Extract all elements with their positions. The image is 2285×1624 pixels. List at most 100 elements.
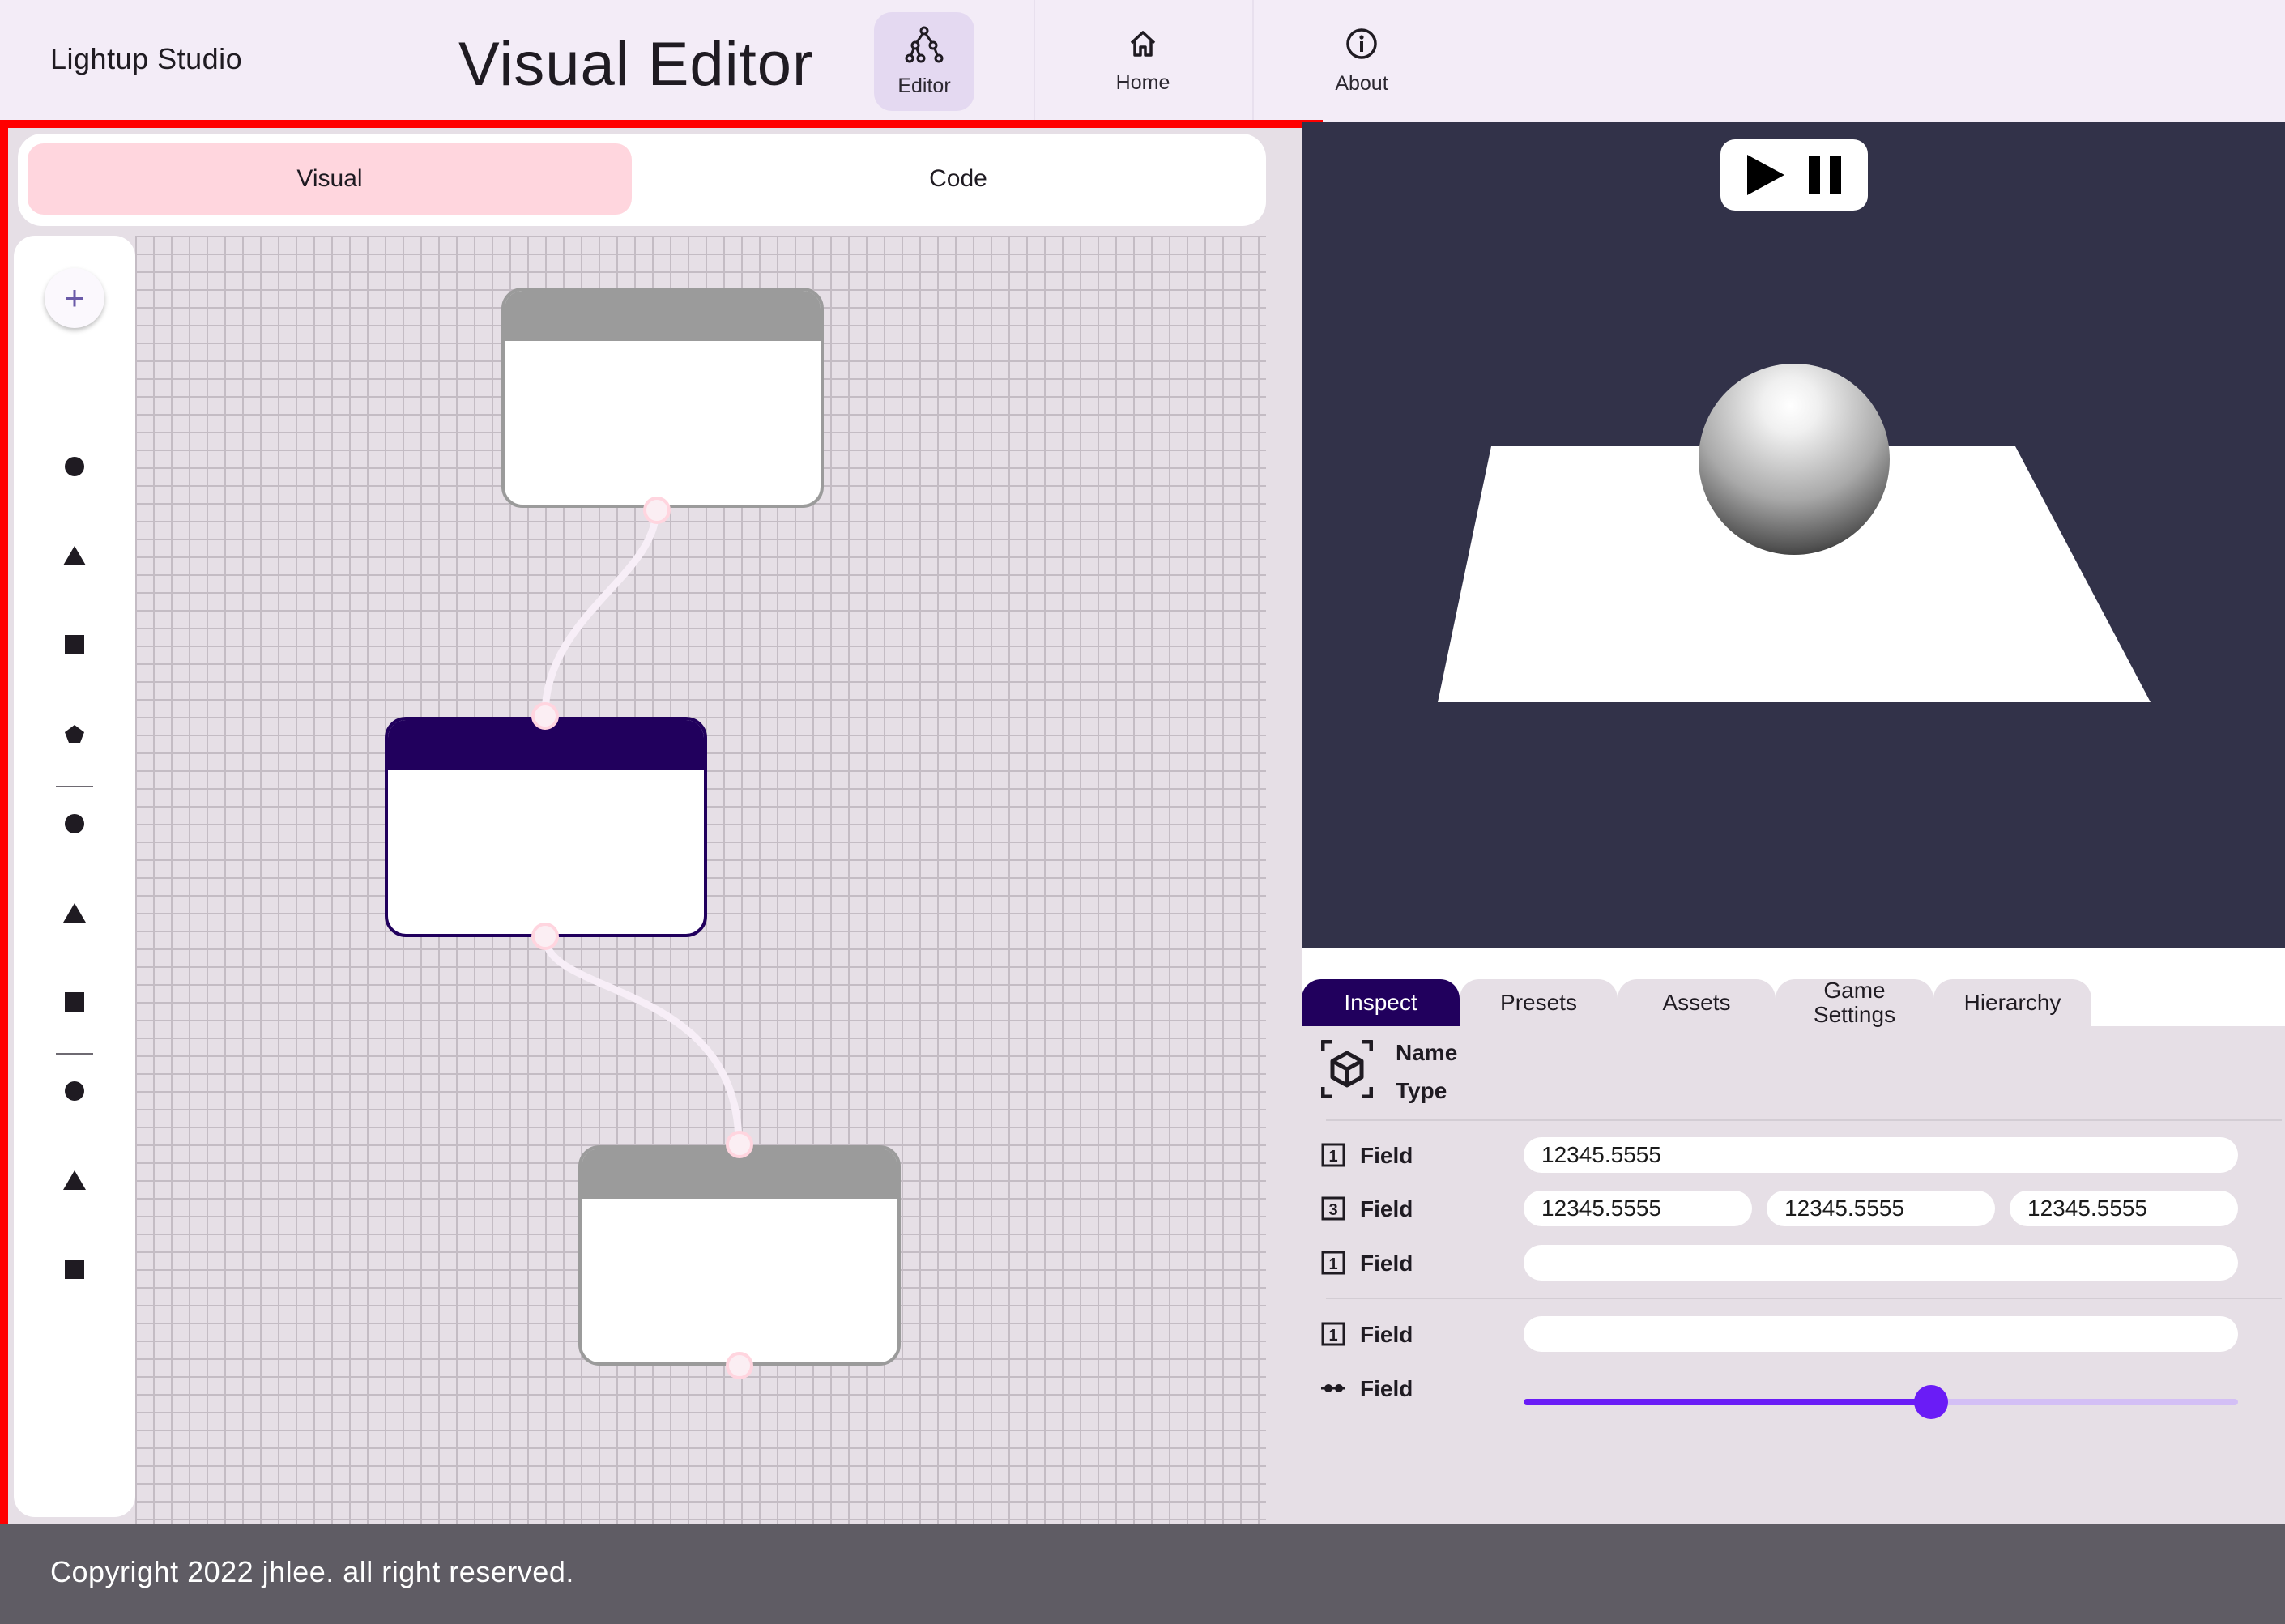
field-input[interactable]: [1524, 1245, 2238, 1281]
pause-icon: [1809, 156, 1841, 194]
svg-text:3: 3: [1328, 1201, 1337, 1219]
circle-icon: [65, 1081, 84, 1101]
home-icon: [1130, 31, 1156, 57]
tool-circle[interactable]: [54, 446, 95, 487]
nav-item-editor[interactable]: Editor: [815, 0, 1034, 122]
sphere-object[interactable]: [1699, 364, 1890, 555]
add-node-button[interactable]: +: [45, 268, 104, 328]
node-output-port[interactable]: [643, 497, 671, 524]
connection-edge[interactable]: [541, 936, 743, 1145]
tool-triangle[interactable]: [54, 535, 95, 576]
node-output-port[interactable]: [726, 1352, 753, 1379]
info-icon: [1346, 28, 1377, 59]
playback-controls: [1720, 139, 1868, 211]
square-icon: [65, 635, 84, 654]
slider-thumb[interactable]: [1913, 1385, 1948, 1419]
inspector-divider: [1326, 1119, 2282, 1121]
node-output-port[interactable]: [531, 923, 559, 950]
triangle-icon: [63, 903, 86, 923]
copyright-text: Copyright 2022 jhlee. all right reserved…: [50, 1555, 574, 1588]
pentagon-icon: [65, 725, 84, 743]
nav-home-container: Home: [1093, 12, 1193, 111]
field-label: Field: [1360, 1251, 1413, 1276]
top-app-bar: Lightup Studio Visual Editor Editor Home…: [0, 0, 2285, 122]
pause-button[interactable]: [1807, 154, 1843, 196]
editor-mode-toggle: Visual Code: [18, 134, 1266, 226]
field-input[interactable]: 12345.5555: [1524, 1137, 2238, 1173]
triangle-icon: [63, 546, 86, 565]
tool-pentagon[interactable]: [54, 714, 95, 754]
node-input-port[interactable]: [726, 1131, 753, 1158]
mode-visual-button[interactable]: Visual: [28, 143, 632, 215]
square-icon: [65, 992, 84, 1012]
scene-render: [1438, 364, 2151, 702]
field-label: Field: [1360, 1322, 1413, 1347]
slider-track-inactive[interactable]: [1930, 1399, 2238, 1405]
field-label: Field: [1360, 1143, 1413, 1168]
circle-icon: [65, 457, 84, 476]
nav-item-home[interactable]: Home: [1034, 0, 1252, 122]
nav-label-home: Home: [1115, 71, 1170, 94]
field-label: Field: [1360, 1196, 1413, 1221]
nav-about-container: About: [1311, 12, 1412, 111]
slider-track-active[interactable]: [1524, 1399, 1931, 1405]
scene-viewport[interactable]: [1302, 122, 2285, 948]
circle-icon: [65, 814, 84, 833]
one-icon: 1: [1321, 1251, 1345, 1275]
inspector-divider: [1326, 1298, 2282, 1299]
square-icon: [65, 1260, 84, 1279]
visual-editor-panel: Visual Code +: [5, 122, 1325, 1524]
tool-triangle[interactable]: [54, 1160, 95, 1200]
tool-circle[interactable]: [54, 1071, 95, 1111]
app-name: Lightup Studio: [50, 42, 243, 75]
field-input[interactable]: [1524, 1316, 2238, 1352]
svg-text:1: 1: [1328, 1327, 1337, 1345]
toolbox-separator: [56, 786, 93, 787]
triangle-icon: [63, 1170, 86, 1190]
tab-assets[interactable]: Assets: [1618, 979, 1776, 1026]
object-name-label: Name: [1396, 1040, 1458, 1065]
nav-label-editor: Editor: [897, 75, 951, 97]
three-icon: 3: [1321, 1196, 1345, 1221]
node-input-port[interactable]: [531, 702, 559, 730]
footer: Copyright 2022 jhlee. all right reserved…: [0, 1524, 2285, 1624]
node-header[interactable]: [505, 291, 821, 341]
graph-node[interactable]: [501, 288, 824, 508]
vector-z-input[interactable]: 12345.5555: [2010, 1191, 2238, 1226]
inspector-panel: Inspect Presets Assets Game Settings Hie…: [1302, 948, 2285, 1524]
toolbox-separator: [56, 1053, 93, 1055]
node-graph-icon: [905, 26, 944, 63]
graph-node-selected[interactable]: [385, 717, 707, 937]
one-icon: 1: [1321, 1322, 1345, 1346]
tool-square[interactable]: [54, 1249, 95, 1289]
slider-icon: [1321, 1384, 1345, 1392]
tool-square[interactable]: [54, 624, 95, 665]
mode-code-button[interactable]: Code: [656, 143, 1260, 215]
node-graph-canvas[interactable]: [135, 236, 1266, 1524]
tool-triangle[interactable]: [54, 893, 95, 933]
object-type-label: Type: [1396, 1078, 1447, 1103]
nav-item-about[interactable]: About: [1252, 0, 1471, 122]
tool-square[interactable]: [54, 982, 95, 1022]
tab-game-settings[interactable]: Game Settings: [1776, 978, 1933, 1027]
inspector-tab-strip: Inspect Presets Assets Game Settings Hie…: [1302, 948, 2285, 1027]
toolbox-rail: +: [14, 236, 135, 1517]
one-icon: 1: [1321, 1143, 1345, 1167]
vector-y-input[interactable]: 12345.5555: [1767, 1191, 1995, 1226]
nav-editor-indicator: Editor: [874, 11, 974, 111]
field-label: Field: [1360, 1376, 1413, 1401]
page-title: Visual Editor: [458, 30, 814, 99]
cube-icon: [1321, 1040, 1373, 1098]
play-icon: [1747, 155, 1784, 195]
tab-presets[interactable]: Presets: [1460, 979, 1618, 1026]
connection-edge[interactable]: [541, 509, 660, 716]
graph-node[interactable]: [578, 1145, 901, 1366]
tab-inspect[interactable]: Inspect: [1302, 979, 1460, 1026]
svg-text:1: 1: [1328, 1255, 1337, 1273]
tab-hierarchy[interactable]: Hierarchy: [1933, 979, 2091, 1026]
play-button[interactable]: [1746, 153, 1786, 197]
vector-x-input[interactable]: 12345.5555: [1524, 1191, 1752, 1226]
tool-circle[interactable]: [54, 803, 95, 844]
nav-label-about: About: [1335, 72, 1388, 95]
svg-text:1: 1: [1328, 1148, 1337, 1166]
